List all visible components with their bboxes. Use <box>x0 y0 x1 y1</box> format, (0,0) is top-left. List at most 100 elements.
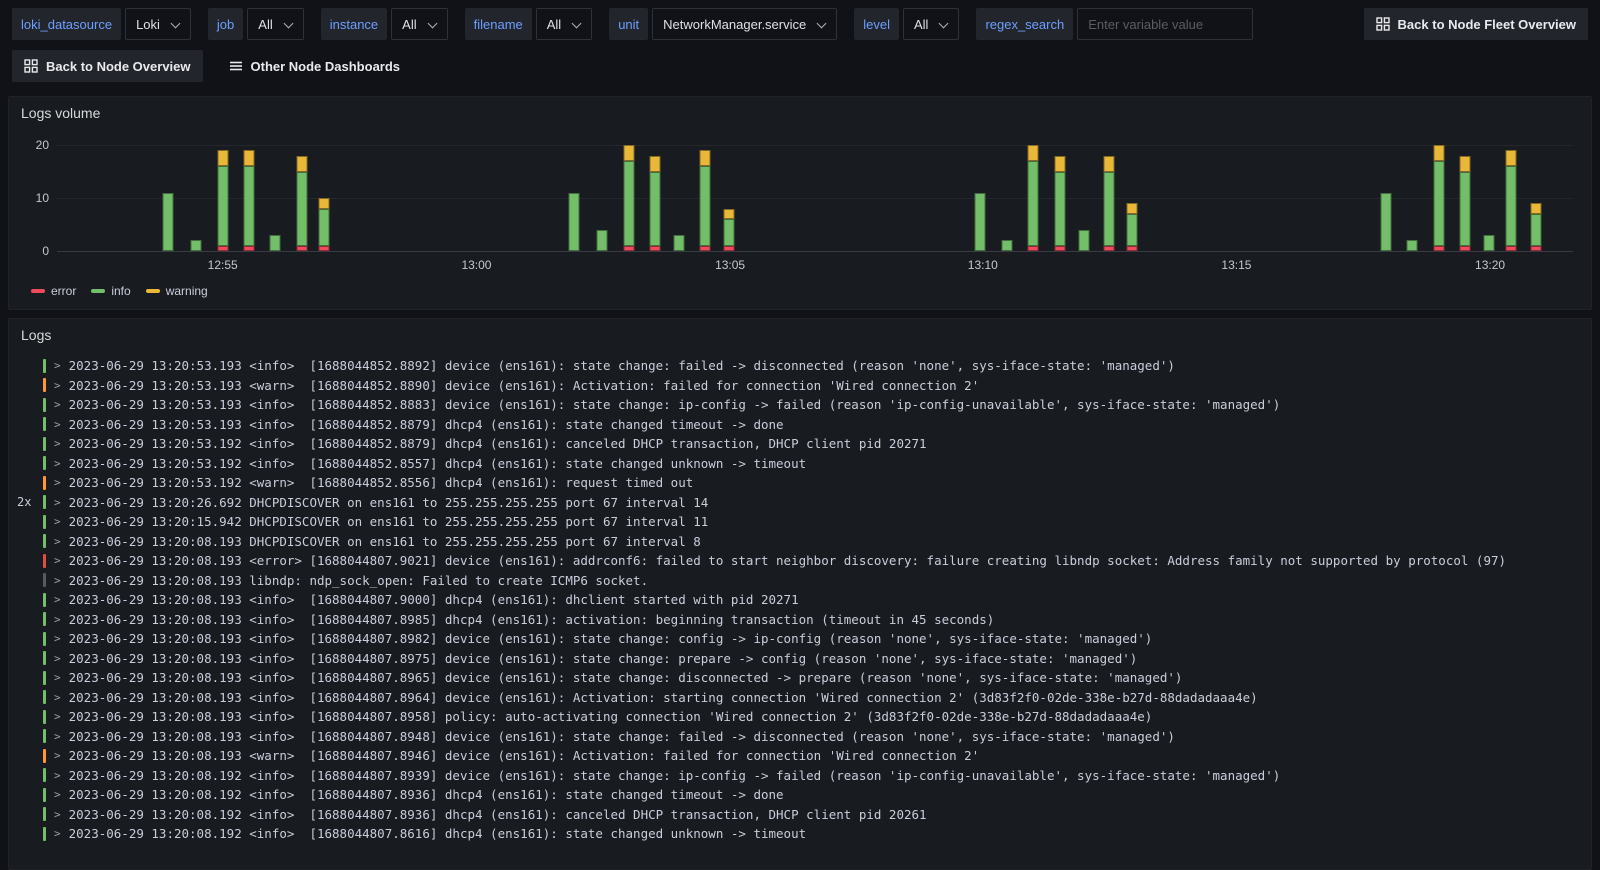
expand-chevron-icon[interactable]: > <box>54 457 61 470</box>
expand-chevron-icon[interactable]: > <box>54 496 61 509</box>
log-row[interactable]: >2023-06-29 13:20:08.193 libndp: ndp_soc… <box>17 571 1583 591</box>
volume-bar[interactable] <box>1380 192 1392 251</box>
panel-title[interactable]: Logs <box>9 319 1591 350</box>
legend-label: error <box>51 284 77 298</box>
volume-bar[interactable] <box>1027 145 1039 251</box>
log-row[interactable]: >2023-06-29 13:20:08.192 <info> [1688044… <box>17 824 1583 844</box>
expand-chevron-icon[interactable]: > <box>54 437 61 450</box>
volume-bar[interactable] <box>974 192 986 251</box>
log-row[interactable]: >2023-06-29 13:20:08.193 <info> [1688044… <box>17 668 1583 688</box>
volume-bar[interactable] <box>1054 155 1066 251</box>
log-row[interactable]: >2023-06-29 13:20:08.193 <info> [1688044… <box>17 688 1583 708</box>
filename-dropdown[interactable]: All <box>535 8 593 40</box>
log-row[interactable]: >2023-06-29 13:20:08.192 <info> [1688044… <box>17 805 1583 825</box>
expand-chevron-icon[interactable]: > <box>54 730 61 743</box>
panel-title[interactable]: Logs volume <box>9 97 1591 128</box>
bar-segment-error <box>699 245 711 251</box>
legend-item-error[interactable]: error <box>31 284 76 298</box>
log-row[interactable]: >2023-06-29 13:20:08.193 DHCPDISCOVER on… <box>17 532 1583 552</box>
volume-bar[interactable] <box>596 229 608 251</box>
instance-dropdown[interactable]: All <box>391 8 448 40</box>
volume-bar[interactable] <box>568 192 580 251</box>
back-to-node-overview-button[interactable]: Back to Node Overview <box>12 50 203 82</box>
expand-chevron-icon[interactable]: > <box>54 808 61 821</box>
log-row[interactable]: >2023-06-29 13:20:08.193 <info> [1688044… <box>17 707 1583 727</box>
expand-chevron-icon[interactable]: > <box>54 691 61 704</box>
volume-bar[interactable] <box>1126 203 1138 251</box>
log-row[interactable]: >2023-06-29 13:20:08.193 <info> [1688044… <box>17 590 1583 610</box>
legend-item-info[interactable]: info <box>91 284 131 298</box>
volume-bar[interactable] <box>1483 235 1495 251</box>
volume-bar[interactable] <box>190 240 202 251</box>
volume-bar[interactable] <box>1530 203 1542 251</box>
log-row[interactable]: >2023-06-29 13:20:08.192 <info> [1688044… <box>17 766 1583 786</box>
expand-chevron-icon[interactable]: > <box>54 554 61 567</box>
log-row[interactable]: >2023-06-29 13:20:53.192 <warn> [1688044… <box>17 473 1583 493</box>
loki-datasource-dropdown[interactable]: Loki <box>125 8 191 40</box>
expand-chevron-icon[interactable]: > <box>54 710 61 723</box>
expand-chevron-icon[interactable]: > <box>54 574 61 587</box>
log-row[interactable]: 2x >2023-06-29 13:20:26.692 DHCPDISCOVER … <box>17 493 1583 513</box>
volume-bar[interactable] <box>296 155 308 251</box>
expand-chevron-icon[interactable]: > <box>54 535 61 548</box>
volume-bar[interactable] <box>217 150 229 251</box>
unit-dropdown[interactable]: NetworkManager.service <box>652 8 838 40</box>
expand-chevron-icon[interactable]: > <box>54 613 61 626</box>
volume-bar[interactable] <box>318 198 330 251</box>
bar-segment-info <box>673 235 685 251</box>
volume-bar[interactable] <box>1001 240 1013 251</box>
volume-bar[interactable] <box>649 155 661 251</box>
log-row[interactable]: >2023-06-29 13:20:08.193 <info> [1688044… <box>17 727 1583 747</box>
expand-chevron-icon[interactable]: > <box>54 476 61 489</box>
log-row[interactable]: >2023-06-29 13:20:08.193 <info> [1688044… <box>17 649 1583 669</box>
log-row[interactable]: >2023-06-29 13:20:53.193 <info> [1688044… <box>17 356 1583 376</box>
back-to-node-fleet-overview-button[interactable]: Back to Node Fleet Overview <box>1363 8 1588 40</box>
legend-item-warning[interactable]: warning <box>145 284 208 298</box>
other-node-dashboards-link[interactable]: Other Node Dashboards <box>229 59 400 74</box>
expand-chevron-icon[interactable]: > <box>54 652 61 665</box>
log-row[interactable]: >2023-06-29 13:20:08.193 <error> [168804… <box>17 551 1583 571</box>
log-row[interactable]: >2023-06-29 13:20:53.192 <info> [1688044… <box>17 454 1583 474</box>
expand-chevron-icon[interactable]: > <box>54 632 61 645</box>
expand-chevron-icon[interactable]: > <box>54 827 61 840</box>
x-axis-label: 13:10 <box>967 258 998 272</box>
volume-bar[interactable] <box>1406 240 1418 251</box>
bar-segment-info <box>974 192 986 251</box>
log-row[interactable]: >2023-06-29 13:20:15.942 DHCPDISCOVER on… <box>17 512 1583 532</box>
volume-bar[interactable] <box>1505 150 1517 251</box>
expand-chevron-icon[interactable]: > <box>54 379 61 392</box>
expand-chevron-icon[interactable]: > <box>54 769 61 782</box>
job-dropdown[interactable]: All <box>247 8 304 40</box>
variable-value: All <box>913 16 929 32</box>
volume-bar[interactable] <box>1433 145 1445 251</box>
regex-search-input[interactable] <box>1077 8 1254 40</box>
volume-bar[interactable] <box>699 150 711 251</box>
volume-bar[interactable] <box>623 145 635 251</box>
expand-chevron-icon[interactable]: > <box>54 788 61 801</box>
variable-label: loki_datasource <box>12 8 122 40</box>
volume-bar[interactable] <box>723 208 735 251</box>
expand-chevron-icon[interactable]: > <box>54 398 61 411</box>
expand-chevron-icon[interactable]: > <box>54 515 61 528</box>
volume-bar[interactable] <box>1103 155 1115 251</box>
expand-chevron-icon[interactable]: > <box>54 418 61 431</box>
level-dropdown[interactable]: All <box>902 8 960 40</box>
expand-chevron-icon[interactable]: > <box>54 359 61 372</box>
volume-bar[interactable] <box>243 150 255 251</box>
log-row[interactable]: >2023-06-29 13:20:08.193 <info> [1688044… <box>17 629 1583 649</box>
expand-chevron-icon[interactable]: > <box>54 593 61 606</box>
log-row[interactable]: >2023-06-29 13:20:08.193 <info> [1688044… <box>17 610 1583 630</box>
log-row[interactable]: >2023-06-29 13:20:53.193 <info> [1688044… <box>17 395 1583 415</box>
log-row[interactable]: >2023-06-29 13:20:53.192 <info> [1688044… <box>17 434 1583 454</box>
expand-chevron-icon[interactable]: > <box>54 749 61 762</box>
expand-chevron-icon[interactable]: > <box>54 671 61 684</box>
volume-bar[interactable] <box>1459 155 1471 251</box>
log-row[interactable]: >2023-06-29 13:20:08.192 <info> [1688044… <box>17 785 1583 805</box>
log-row[interactable]: >2023-06-29 13:20:08.193 <warn> [1688044… <box>17 746 1583 766</box>
volume-bar[interactable] <box>673 235 685 251</box>
volume-bar[interactable] <box>162 192 174 251</box>
log-row[interactable]: >2023-06-29 13:20:53.193 <info> [1688044… <box>17 415 1583 435</box>
volume-bar[interactable] <box>1078 229 1090 251</box>
volume-bar[interactable] <box>269 235 281 251</box>
log-row[interactable]: >2023-06-29 13:20:53.193 <warn> [1688044… <box>17 376 1583 396</box>
